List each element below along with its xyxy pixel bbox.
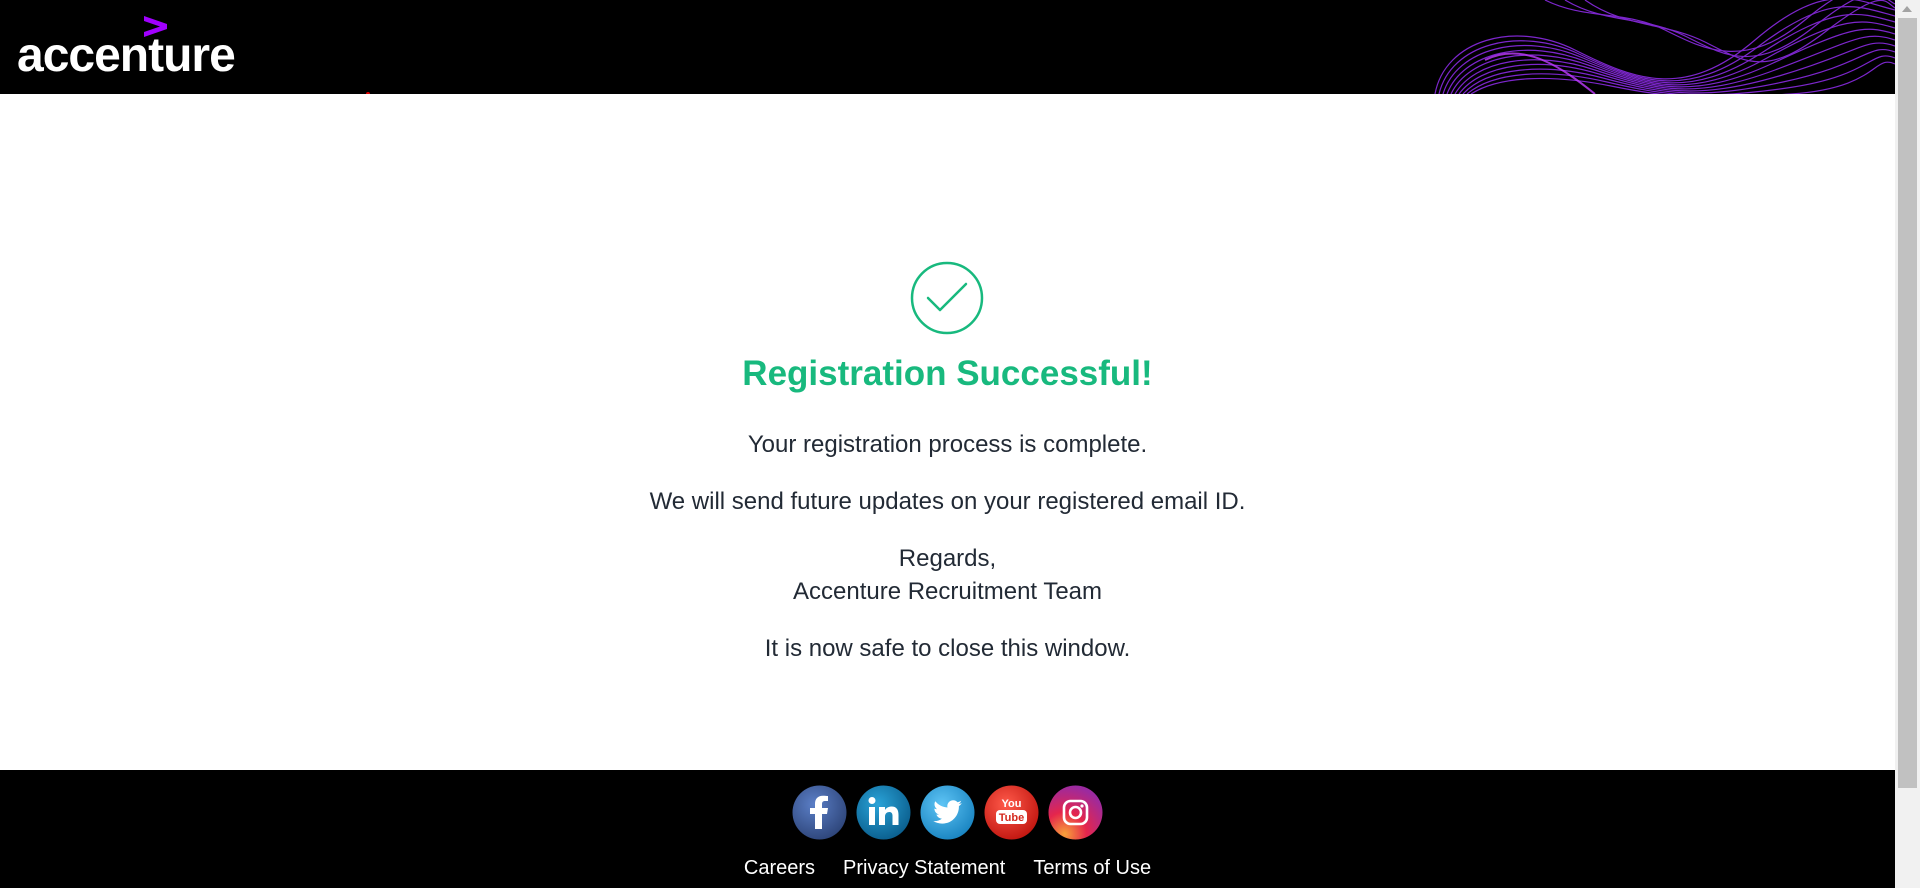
check-circle-icon: [910, 261, 984, 335]
footer-link-privacy-statement[interactable]: Privacy Statement: [843, 856, 1005, 880]
registration-confirmation: Registration Successful! Your registrati…: [0, 94, 1895, 770]
instagram-icon[interactable]: [1048, 785, 1103, 840]
svg-text:You: You: [1002, 798, 1022, 810]
vertical-scrollbar[interactable]: [1895, 0, 1920, 888]
regards-text: Regards,: [898, 545, 997, 572]
footer: You Tube Careers Privacy Statement Terms…: [0, 770, 1895, 888]
page: accenture Registration Successful! Your …: [0, 0, 1920, 888]
completion-message: Your registration process is complete.: [747, 431, 1148, 458]
footer-link-terms-of-use[interactable]: Terms of Use: [1033, 856, 1151, 880]
team-signature: Accenture Recruitment Team: [792, 578, 1103, 605]
scroll-up-arrow-icon[interactable]: [1902, 6, 1912, 12]
footer-link-careers[interactable]: Careers: [744, 856, 815, 880]
svg-text:Tube: Tube: [999, 812, 1024, 824]
twitter-icon[interactable]: [920, 785, 975, 840]
linkedin-icon[interactable]: [856, 785, 911, 840]
social-links: You Tube: [0, 785, 1895, 841]
scrollbar-thumb[interactable]: [1898, 18, 1917, 788]
page-title: Registration Successful!: [742, 354, 1153, 393]
facebook-icon[interactable]: [792, 785, 847, 840]
header-wave-graphic: [1434, 0, 1895, 94]
header-bar: accenture: [0, 0, 1895, 94]
footer-links: Careers Privacy Statement Terms of Use: [0, 856, 1895, 880]
updates-message: We will send future updates on your regi…: [649, 488, 1246, 515]
logo-text: accenture: [17, 29, 236, 82]
close-window-note: It is now safe to close this window.: [764, 635, 1131, 662]
youtube-icon[interactable]: You Tube: [984, 785, 1039, 840]
